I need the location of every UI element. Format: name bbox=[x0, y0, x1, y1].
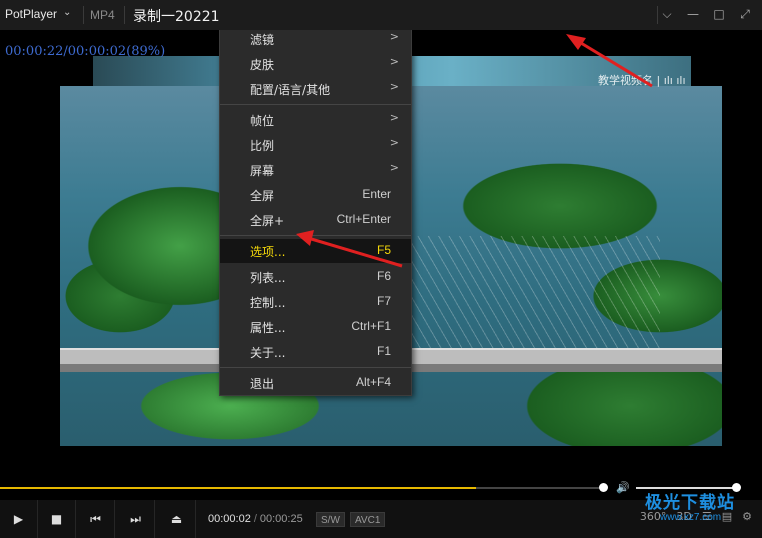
menu-item-aspect-ratio[interactable]: 比例 > bbox=[220, 133, 411, 157]
codec-badge[interactable]: AVC1 bbox=[350, 512, 386, 527]
previous-icon[interactable]: ⏮ bbox=[77, 500, 115, 538]
maximize-icon[interactable]: □ bbox=[710, 5, 728, 23]
menu-item-filters[interactable]: 滤镜 > bbox=[220, 30, 411, 51]
fullscreen-icon[interactable]: ⤢ bbox=[736, 5, 754, 23]
menu-item-config-language-other[interactable]: 配置/语言/其他 > bbox=[220, 77, 411, 101]
menu-item-fullscreen-plus[interactable]: 全屏+ Ctrl+Enter bbox=[220, 208, 411, 232]
stop-icon[interactable]: ■ bbox=[38, 500, 76, 538]
menu-divider bbox=[220, 104, 411, 105]
watermark-logo-text: 极光下载站 bbox=[645, 493, 735, 513]
video-overlay-text: 教学视频名 | ılı ılı bbox=[598, 74, 686, 87]
submenu-arrow-icon: > bbox=[389, 80, 399, 93]
menu-item-about[interactable]: 关于... F1 bbox=[220, 340, 411, 364]
menu-item-skins[interactable]: 皮肤 > bbox=[220, 52, 411, 76]
submenu-arrow-icon: > bbox=[389, 55, 399, 68]
submenu-arrow-icon: > bbox=[389, 161, 399, 174]
menu-item-screen[interactable]: 屏幕 > bbox=[220, 158, 411, 182]
app-menu-chevron-icon[interactable]: ⌄ bbox=[63, 7, 71, 18]
file-title: 录制一20221 bbox=[133, 9, 219, 25]
seek-handle[interactable] bbox=[599, 483, 608, 492]
menu-item-frame-position[interactable]: 帧位 > bbox=[220, 108, 411, 132]
bridge-cables bbox=[400, 236, 660, 350]
window-controls: ⌵ — □ ⤢ bbox=[658, 5, 754, 23]
submenu-arrow-icon: > bbox=[389, 136, 399, 149]
play-icon[interactable]: ▶ bbox=[0, 500, 38, 538]
context-menu: 滤镜 > 皮肤 > 配置/语言/其他 > 帧位 > 比例 > 屏幕 > 全屏 Enter 全屏… bbox=[219, 30, 412, 396]
pin-icon[interactable]: ⌵ bbox=[658, 5, 676, 23]
menu-item-fullscreen[interactable]: 全屏 Enter bbox=[220, 183, 411, 207]
volume-icon[interactable]: 🔊 bbox=[616, 481, 630, 494]
submenu-arrow-icon: > bbox=[389, 30, 399, 43]
format-label: MP4 bbox=[90, 8, 115, 22]
next-icon[interactable]: ⏭ bbox=[117, 500, 155, 538]
eject-icon[interactable]: ⏏ bbox=[158, 500, 196, 538]
seek-progress bbox=[0, 487, 477, 489]
settings-icon[interactable]: ⚙ bbox=[742, 510, 752, 523]
menu-item-control[interactable]: 控制... F7 bbox=[220, 290, 411, 314]
current-time: 00:00:02 bbox=[208, 513, 251, 525]
menu-item-playlist[interactable]: 列表... F6 bbox=[220, 265, 411, 289]
time-display: 00:00:02/00:00:25 bbox=[208, 513, 303, 525]
menu-divider bbox=[220, 367, 411, 368]
title-divider bbox=[83, 6, 84, 24]
title-bar: PotPlayer ⌄ MP4 录制一20221 ⌵ — □ ⤢ bbox=[0, 0, 762, 30]
video-area[interactable]: 00:00:22/00:00:02(89%) 教学视频名 | ılı ılı 滤… bbox=[0, 30, 762, 478]
menu-item-exit[interactable]: 退出 Alt+F4 bbox=[220, 371, 411, 395]
app-name[interactable]: PotPlayer bbox=[5, 7, 57, 21]
title-divider bbox=[124, 6, 125, 24]
menu-divider bbox=[220, 235, 411, 236]
decoder-sw-badge[interactable]: S/W bbox=[316, 512, 345, 527]
menu-item-options[interactable]: 选项... F5 bbox=[220, 239, 411, 263]
minimize-icon[interactable]: — bbox=[684, 5, 702, 23]
menu-item-properties[interactable]: 属性... Ctrl+F1 bbox=[220, 315, 411, 339]
total-time: 00:00:25 bbox=[259, 513, 303, 525]
submenu-arrow-icon: > bbox=[389, 111, 399, 124]
watermark-url: www.xz7.com bbox=[660, 512, 722, 523]
osd-time-display: 00:00:22/00:00:02(89%) bbox=[5, 44, 166, 59]
